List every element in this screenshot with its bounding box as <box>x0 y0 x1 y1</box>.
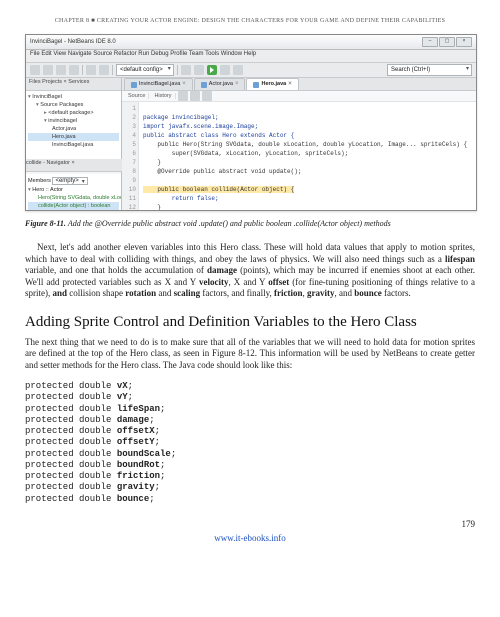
netbeans-ide-screenshot: InvinciBagel - NetBeans IDE 8.0 – ▢ × Fi… <box>25 34 477 211</box>
code-content[interactable]: package invincibagel; import javafx.scen… <box>139 102 476 211</box>
editor-tab[interactable]: Actor.java× <box>194 78 246 90</box>
toolbar-separator <box>177 65 178 75</box>
code-listing: protected double vX; protected double vY… <box>25 381 475 505</box>
page-number: 179 <box>25 519 475 529</box>
figure-caption: Figure 8-11. Add the @Override public ab… <box>25 219 475 228</box>
maximize-icon[interactable]: ▢ <box>439 37 455 47</box>
editor-tab-active[interactable]: Hero.java× <box>246 78 298 90</box>
body-paragraph: The next thing that we need to do is to … <box>25 337 475 372</box>
navigator-header: collide - Navigator × <box>25 159 123 172</box>
code-editor[interactable]: 123456789101112 package invincibagel; im… <box>122 102 476 211</box>
ide-title: InvinciBagel - NetBeans IDE 8.0 <box>30 39 116 45</box>
editor-tool-icon[interactable] <box>202 91 212 101</box>
tab-close-icon[interactable]: × <box>288 79 292 90</box>
nav-method-update[interactable]: update() <box>28 210 119 211</box>
project-tree[interactable]: InvinciBagel Source Packages <default pa… <box>26 91 121 161</box>
tab-close-icon[interactable]: × <box>182 79 186 90</box>
editor-tool-icon[interactable] <box>190 91 200 101</box>
build-icon[interactable] <box>181 65 191 75</box>
nav-combo[interactable]: <empty> <box>52 177 87 185</box>
java-file-icon <box>201 82 207 88</box>
tree-default-pkg[interactable]: <default package> <box>28 109 119 117</box>
clean-build-icon[interactable] <box>194 65 204 75</box>
debug-icon[interactable] <box>220 65 230 75</box>
tree-root[interactable]: InvinciBagel <box>28 93 119 101</box>
nav-constructor[interactable]: Hero(String SVGdata, double xLoc... <box>28 194 119 202</box>
open-icon[interactable] <box>56 65 66 75</box>
toolbar-separator <box>82 65 83 75</box>
ide-left-pane: Files Projects × Services InvinciBagel S… <box>26 78 122 211</box>
run-icon[interactable] <box>207 65 217 75</box>
redo-icon[interactable] <box>99 65 109 75</box>
minimize-icon[interactable]: – <box>422 37 438 47</box>
new-file-icon[interactable] <box>30 65 40 75</box>
toolbar-separator <box>112 65 113 75</box>
ide-menubar[interactable]: File Edit View Navigate Source Refactor … <box>26 50 476 63</box>
ide-editor-pane: InvinciBagel.java× Actor.java× Hero.java… <box>122 78 476 211</box>
tree-file[interactable]: InvinciBagel.java <box>28 141 119 149</box>
editor-tool-icon[interactable] <box>178 91 188 101</box>
profile-icon[interactable] <box>233 65 243 75</box>
line-gutter: 123456789101112 <box>122 102 139 211</box>
tree-file[interactable]: Actor.java <box>28 125 119 133</box>
ide-toolbar: <default config> Search (Ctrl+I) <box>26 63 476 78</box>
save-all-icon[interactable] <box>69 65 79 75</box>
undo-icon[interactable] <box>86 65 96 75</box>
tree-file[interactable]: Hero.java <box>28 133 119 141</box>
search-input[interactable]: Search (Ctrl+I) <box>387 64 472 76</box>
navigator-pane[interactable]: Members <empty> Hero :: Actor Hero(Strin… <box>26 174 121 211</box>
source-view-button[interactable]: Source <box>125 93 149 99</box>
nav-members-label: Members <empty> <box>28 176 119 186</box>
chapter-header: CHAPTER 8 ■ CREATING YOUR ACTOR ENGINE: … <box>25 18 475 24</box>
tree-src-packages[interactable]: Source Packages <box>28 101 119 109</box>
section-heading: Adding Sprite Control and Definition Var… <box>25 314 475 331</box>
nav-method-collide[interactable]: collide(Actor object) : boolean <box>28 202 119 210</box>
window-controls: – ▢ × <box>422 37 472 47</box>
editor-sub-toolbar: Source History <box>122 91 476 102</box>
footer-link[interactable]: www.it-ebooks.info <box>25 533 475 543</box>
editor-tabs: InvinciBagel.java× Actor.java× Hero.java… <box>122 78 476 91</box>
ide-titlebar: InvinciBagel - NetBeans IDE 8.0 – ▢ × <box>26 35 476 50</box>
body-paragraph: Next, let's add another eleven variables… <box>25 242 475 300</box>
java-file-icon <box>253 82 259 88</box>
config-dropdown[interactable]: <default config> <box>116 64 174 76</box>
tree-app-pkg[interactable]: invincibagel <box>28 117 119 125</box>
editor-tab[interactable]: InvinciBagel.java× <box>124 78 193 90</box>
projects-tabs[interactable]: Files Projects × Services <box>26 78 121 91</box>
close-icon[interactable]: × <box>456 37 472 47</box>
history-view-button[interactable]: History <box>151 93 175 99</box>
tab-close-icon[interactable]: × <box>235 79 239 90</box>
new-project-icon[interactable] <box>43 65 53 75</box>
java-file-icon <box>131 82 137 88</box>
nav-class[interactable]: Hero :: Actor <box>28 186 119 194</box>
